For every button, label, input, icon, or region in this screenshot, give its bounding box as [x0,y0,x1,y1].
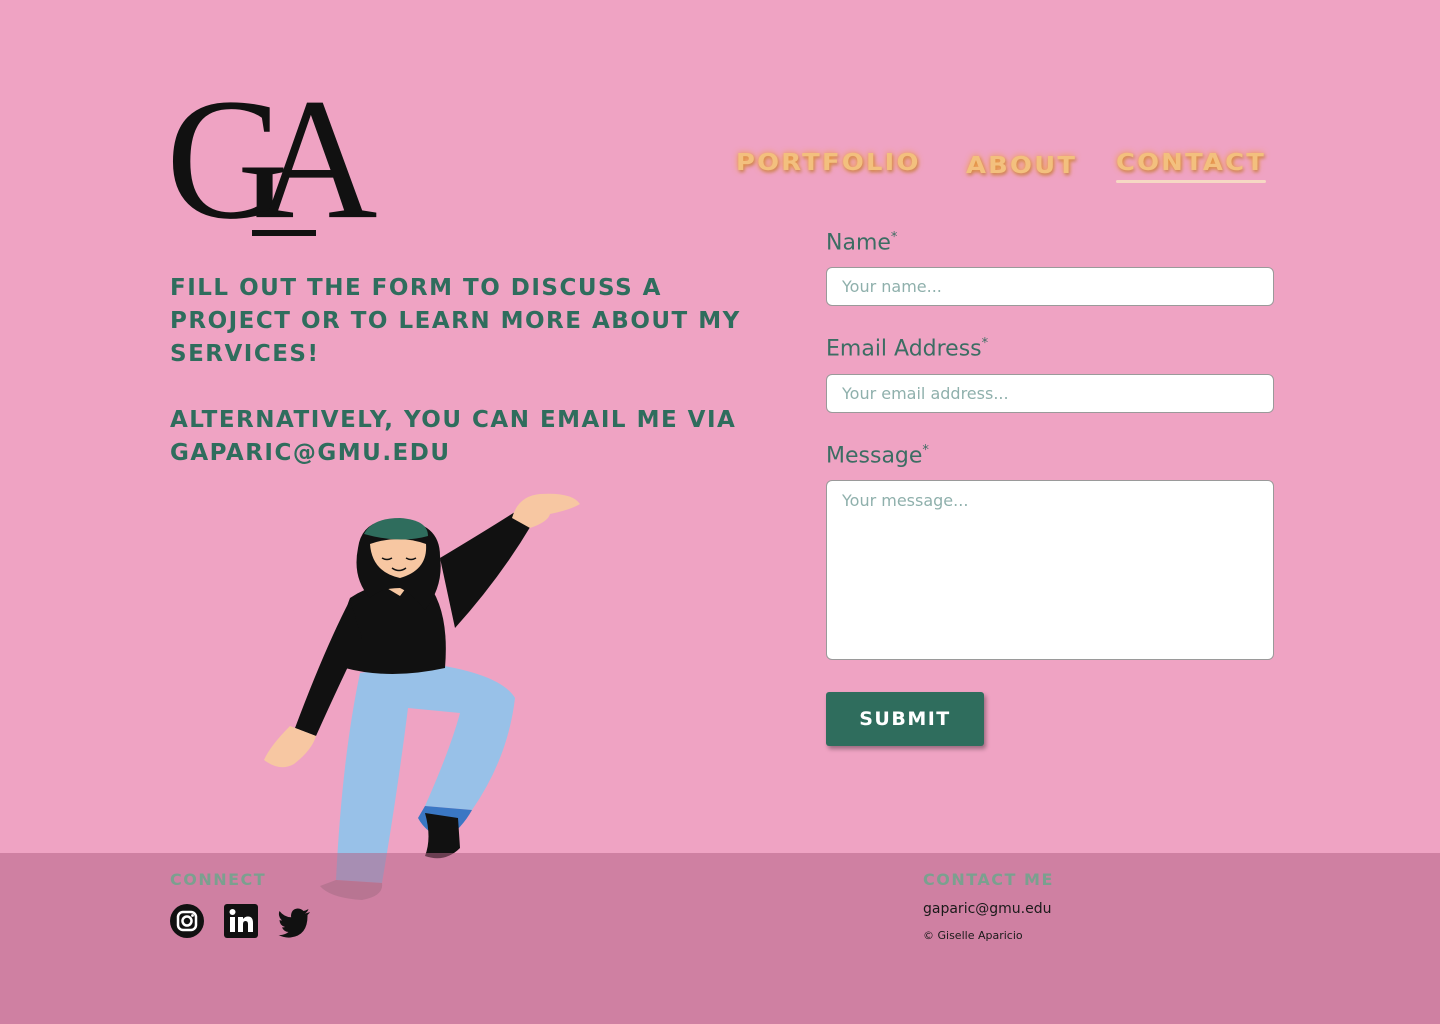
footer-email-link[interactable]: gaparic@gmu.edu [923,901,1052,917]
name-label: Name* [826,230,898,256]
submit-button[interactable]: SUBMIT [826,691,984,746]
intro-text: Fill out the form to discuss a project o… [170,272,770,503]
instagram-icon[interactable] [170,903,204,939]
intro-email-paragraph: Alternatively, you can email me via gapa… [170,407,737,466]
logo-crossbar [252,230,316,236]
twitter-icon[interactable] [278,903,312,939]
linkedin-icon[interactable] [224,903,258,939]
connect-heading: CONNECT [170,870,267,889]
nav-about-link[interactable]: ABOUT [966,153,1077,179]
waving-girl-illustration [264,493,580,900]
logo[interactable]: GA [166,72,377,245]
social-links [170,903,312,939]
contact-me-heading: CONTACT ME [923,870,1054,889]
email-input[interactable] [826,373,1274,413]
copyright-text: © Giselle Aparicio [923,929,1023,942]
nav-portfolio-link[interactable]: PORTFOLIO [736,150,921,176]
logo-monogram: GA [166,63,377,255]
nav-contact-link[interactable]: CONTACT [1116,150,1266,176]
main-nav: PORTFOLIO ABOUT CONTACT [736,150,1276,190]
email-label: Email Address* [826,336,989,362]
active-nav-underline [1116,180,1266,183]
message-textarea[interactable] [826,479,1274,660]
name-input[interactable] [826,267,1274,307]
message-label: Message* [826,442,929,468]
contact-form: Name* Email Address* Message* SUBMIT [826,230,1276,746]
intro-paragraph: Fill out the form to discuss a project o… [170,275,741,367]
footer: CONNECT CONTACT ME gaparic@gmu.edu © Gis… [0,853,1440,1024]
